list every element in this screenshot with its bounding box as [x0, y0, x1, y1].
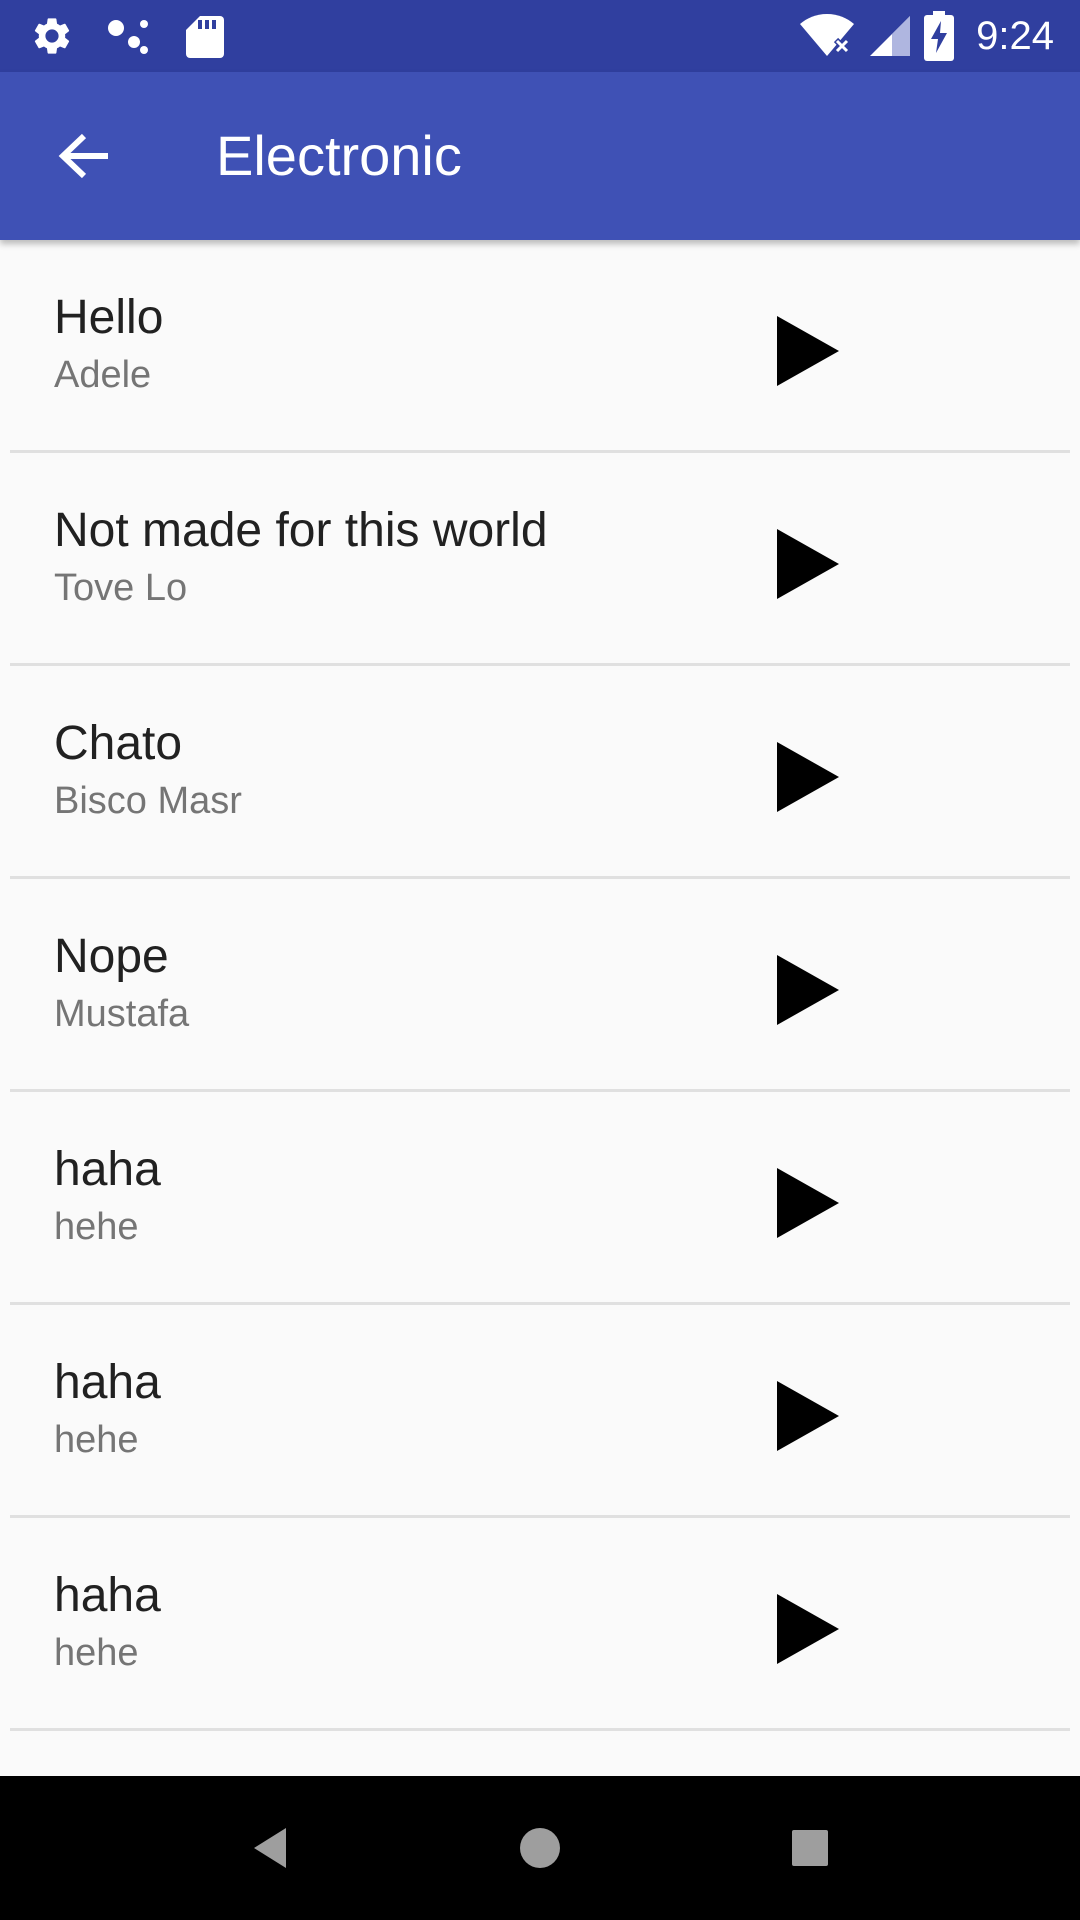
battery-charging-icon [924, 11, 955, 61]
song-title: haha [54, 1356, 161, 1409]
signal-icon [868, 14, 911, 58]
song-title: haha [54, 1143, 161, 1196]
play-icon [777, 1381, 839, 1451]
back-button[interactable] [36, 108, 132, 204]
play-button[interactable] [756, 519, 860, 609]
play-button[interactable] [756, 306, 860, 396]
nav-back-button[interactable] [234, 1812, 306, 1884]
settings-icon [30, 14, 74, 58]
wifi-off-icon [800, 14, 855, 58]
back-triangle-icon [250, 1826, 290, 1870]
list-item[interactable]: Chato Bisco Masr [0, 666, 1080, 879]
play-icon [777, 1168, 839, 1238]
play-button[interactable] [756, 1371, 860, 1461]
arrow-back-icon [58, 132, 110, 180]
list-item[interactable]: Nope Mustafa [0, 879, 1080, 1092]
status-right-icons: 9:24 [800, 10, 1054, 62]
song-artist: hehe [54, 1206, 139, 1248]
song-title: Chato [54, 717, 183, 770]
list-item[interactable]: haha hehe [0, 1092, 1080, 1305]
play-button[interactable] [756, 732, 860, 822]
song-title: Nope [54, 930, 169, 983]
app-bar: Electronic [0, 72, 1080, 240]
song-artist: Tove Lo [54, 567, 188, 609]
play-icon [777, 1594, 839, 1664]
play-icon [777, 529, 839, 599]
navigation-bar [0, 1776, 1080, 1920]
song-title: haha [54, 1569, 161, 1622]
nav-home-button[interactable] [504, 1812, 576, 1884]
home-circle-icon [519, 1827, 561, 1869]
page-title: Electronic [216, 124, 462, 187]
song-artist: hehe [54, 1632, 139, 1674]
status-time: 9:24 [976, 13, 1054, 58]
song-artist: Adele [54, 354, 152, 396]
divider [10, 1728, 1070, 1731]
song-list: Hello Adele Not made for this world Tove… [0, 240, 1080, 1776]
play-icon [777, 955, 839, 1025]
nav-recents-button[interactable] [774, 1812, 846, 1884]
song-title: Not made for this world [54, 504, 548, 557]
song-artist: hehe [54, 1419, 139, 1461]
song-artist: Mustafa [54, 993, 190, 1035]
play-button[interactable] [756, 1158, 860, 1248]
list-item[interactable]: Not made for this world Tove Lo [0, 453, 1080, 666]
play-icon [777, 742, 839, 812]
list-item[interactable]: Hello Adele [0, 240, 1080, 453]
play-button[interactable] [756, 1584, 860, 1674]
song-title: Hello [54, 291, 164, 344]
status-left-icons [30, 14, 224, 58]
screen: 9:24 Electronic Hello Adele Not made for… [0, 0, 1080, 1920]
recents-square-icon [791, 1829, 829, 1867]
list-item[interactable]: haha hehe [0, 1518, 1080, 1731]
list-item[interactable]: haha hehe [0, 1305, 1080, 1518]
assistant-dots-icon [106, 14, 154, 58]
status-bar: 9:24 [0, 0, 1080, 72]
song-artist: Bisco Masr [54, 780, 242, 822]
play-icon [777, 316, 839, 386]
sd-card-icon [186, 14, 224, 58]
play-button[interactable] [756, 945, 860, 1035]
